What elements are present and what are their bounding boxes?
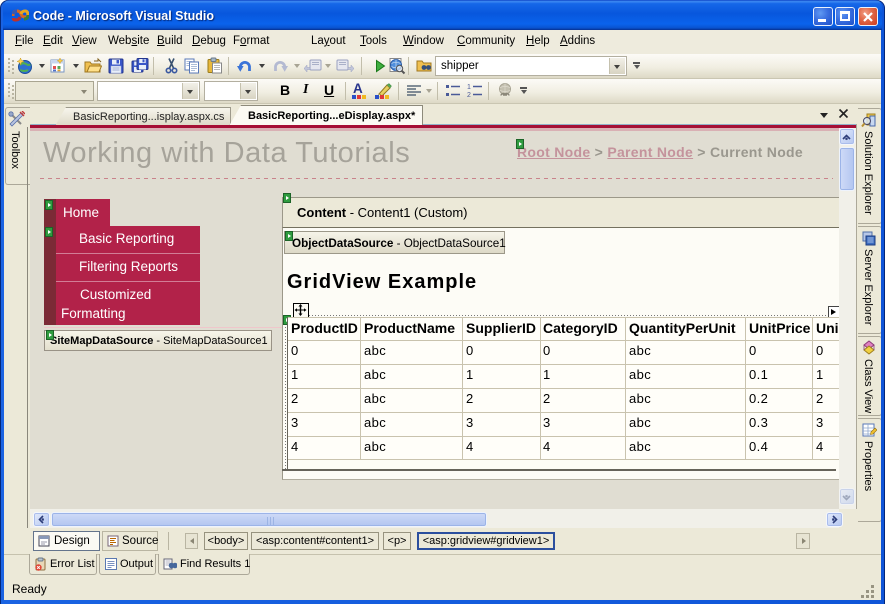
svg-text:1: 1: [467, 84, 471, 91]
svg-text:2: 2: [467, 92, 471, 99]
